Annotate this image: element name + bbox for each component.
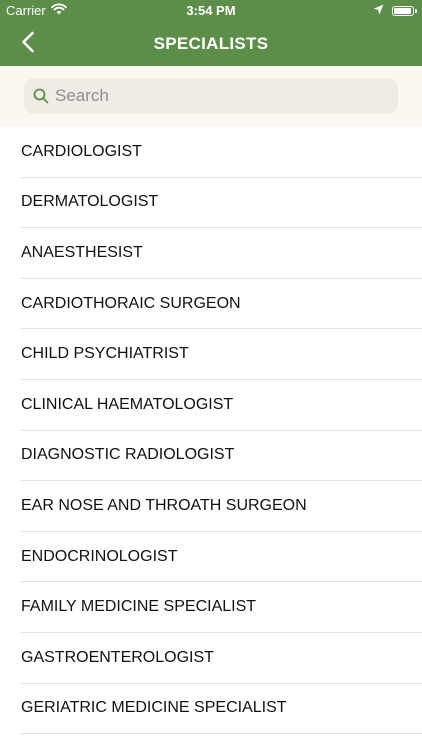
list-item-label: ANAESTHESIST (21, 243, 143, 261)
location-arrow-icon (373, 3, 384, 18)
status-time: 3:54 PM (186, 3, 236, 18)
list-item-label: GASTROENTEROLOGIST (21, 648, 214, 666)
list-item-label: FAMILY MEDICINE SPECIALIST (21, 598, 257, 616)
list-item-label: DERMATOLOGIST (21, 193, 159, 211)
search-box[interactable] (24, 78, 398, 114)
list-item[interactable]: ANAESTHESIST (21, 228, 422, 279)
list-item[interactable]: GASTROENTEROLOGIST (21, 633, 422, 684)
battery-fill (394, 7, 412, 14)
list-item[interactable]: CLINICAL HAEMATOLOGIST (21, 380, 422, 431)
list-item[interactable]: EAR NOSE AND THROATH SURGEON (21, 481, 422, 532)
list-item-label: EAR NOSE AND THROATH SURGEON (21, 496, 307, 514)
list-item-label: CARDIOLOGIST (21, 142, 142, 160)
nav-bar: SPECIALISTS (0, 22, 422, 66)
header: Carrier 3:54 PM SPECIALISTS (0, 0, 422, 66)
list-item-label: CARDIOTHORAIC SURGEON (21, 294, 241, 312)
list-item[interactable]: CARDIOTHORAIC SURGEON (21, 279, 422, 330)
list-item[interactable]: ENDOCRINOLOGIST (21, 532, 422, 583)
list-item[interactable]: DERMATOLOGIST (21, 178, 422, 229)
list-item-label: GERIATRIC MEDICINE SPECIALIST (21, 699, 287, 717)
search-area (0, 66, 422, 127)
list-item[interactable]: CARDIOLOGIST (21, 127, 422, 178)
search-icon (32, 87, 50, 105)
battery-cap (415, 8, 417, 13)
specialist-list: CARDIOLOGIST DERMATOLOGIST ANAESTHESIST CAR… (0, 127, 422, 735)
list-item-label: CLINICAL HAEMATOLOGIST (21, 395, 234, 413)
list-item-label: CHILD PSYCHIATRIST (21, 345, 189, 363)
status-right (373, 3, 417, 18)
specialists-screen: Carrier 3:54 PM SPECIALISTS Search CARDI… (0, 0, 422, 750)
status-bar: Carrier 3:54 PM (0, 0, 422, 22)
list-item[interactable]: FAMILY MEDICINE SPECIALIST (21, 582, 422, 633)
list-item[interactable]: DIAGNOSTIC RADIOLOGIST (21, 431, 422, 482)
list-item[interactable]: GERIATRIC MEDICINE SPECIALIST (21, 684, 422, 735)
page-title: SPECIALISTS (153, 34, 269, 53)
list-item-label: ENDOCRINOLOGIST (21, 547, 178, 565)
battery-icon (392, 5, 417, 16)
search-input[interactable] (55, 86, 375, 106)
list-item-label: DIAGNOSTIC RADIOLOGIST (21, 446, 235, 464)
list-item[interactable]: CHILD PSYCHIATRIST (21, 329, 422, 380)
